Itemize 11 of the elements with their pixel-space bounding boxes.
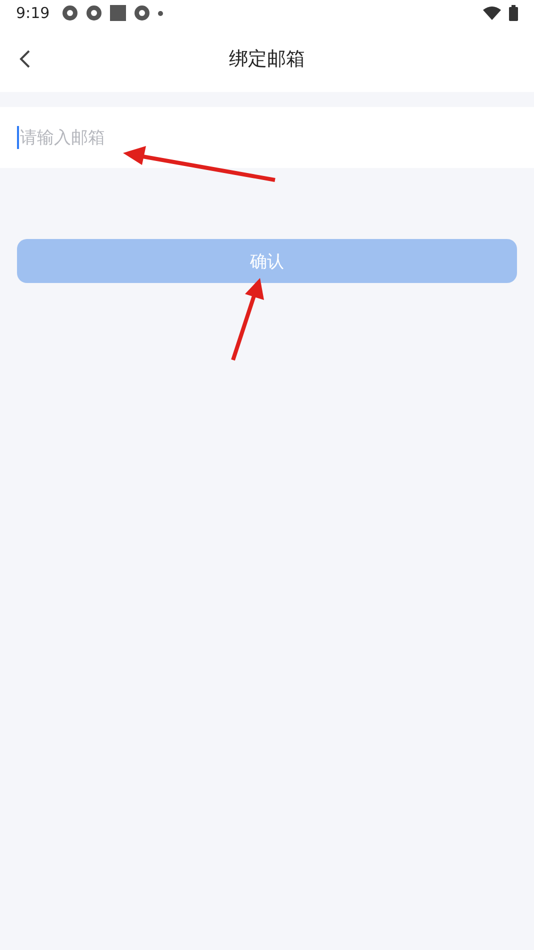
battery-icon — [509, 5, 518, 21]
square-icon — [110, 5, 126, 21]
aperture-icon — [62, 5, 78, 21]
aperture-icon — [86, 5, 102, 21]
back-icon — [19, 49, 31, 69]
status-time: 9:19 — [16, 4, 50, 22]
page-title: 绑定邮箱 — [229, 47, 305, 72]
wifi-icon — [483, 6, 501, 20]
dot-icon — [158, 10, 163, 16]
aperture-icon — [134, 5, 150, 21]
email-field[interactable]: 请输入邮箱 — [0, 107, 534, 168]
